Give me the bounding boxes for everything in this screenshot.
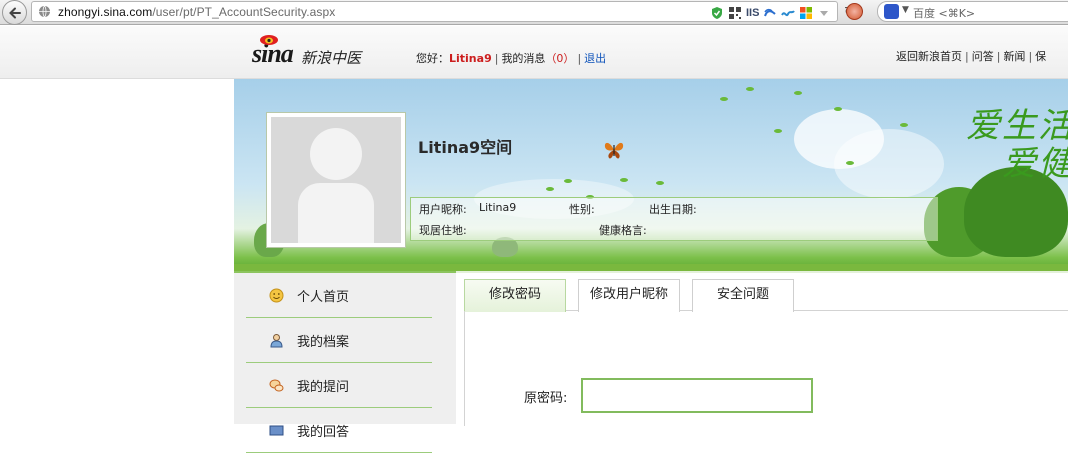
iis-icon[interactable]: IIS	[746, 7, 759, 19]
qr-code-icon[interactable]	[728, 6, 742, 20]
back-button[interactable]	[2, 0, 27, 25]
sidebar: 个人首页 我的档案 我的提问 我的回答	[234, 271, 456, 453]
motto-label: 健康格言:	[599, 224, 647, 237]
sidebar-item-questions[interactable]: 我的提问	[246, 363, 432, 408]
sina-logo[interactable]: sina 新浪中医	[252, 35, 361, 69]
slogan-line-2: 爱健	[1002, 144, 1068, 184]
greeting-label: 您好：	[416, 52, 449, 65]
shield-check-icon[interactable]	[710, 6, 724, 20]
sina-eye-icon	[260, 35, 278, 45]
tab-security-question[interactable]: 安全问题	[692, 279, 794, 312]
sidebar-item-profile[interactable]: 我的档案	[246, 318, 432, 363]
address-bar[interactable]: zhongyi.sina.com/user/pt/PT_AccountSecur…	[31, 1, 855, 22]
windows-icon[interactable]	[799, 6, 813, 20]
link-sina-home[interactable]: 返回新浪首页	[896, 50, 962, 63]
default-avatar-icon	[271, 117, 401, 243]
chat-bubbles-icon	[269, 379, 284, 392]
sidebar-item-home[interactable]: 个人首页	[246, 273, 432, 318]
password-form: 原密码:	[464, 311, 1068, 426]
banner-slogan: 爱生活 爱健	[966, 107, 1068, 183]
profile-info-box: 用户昵称: Litina9 性别: 出生日期: 现居住地: 健康格言:	[410, 197, 938, 241]
search-bar[interactable]: ▼ 百度 <⌘K>	[877, 1, 1068, 22]
sidebar-item-label: 个人首页	[297, 290, 350, 305]
logout-link[interactable]: 退出	[584, 52, 606, 65]
link-news[interactable]: 新闻	[1003, 50, 1025, 63]
space-title: Litina9空间	[418, 138, 513, 157]
avatar[interactable]	[266, 112, 406, 248]
gender-label: 性别:	[569, 203, 595, 216]
profile-banner: 爱生活 爱健 Litina9空间 用户昵称: Litina9 性别: 出生日期:…	[234, 79, 1068, 271]
extension-icons: IIS	[710, 5, 831, 20]
url-text: zhongyi.sina.com/user/pt/PT_AccountSecur…	[58, 5, 335, 19]
messages-link[interactable]: 我的消息	[501, 52, 545, 65]
nickname-label: 用户昵称:	[419, 203, 467, 216]
link-insurance[interactable]: 保	[1035, 50, 1046, 63]
back-arrow-icon	[9, 7, 21, 19]
sidebar-item-label: 我的提问	[297, 380, 350, 395]
answer-icon	[269, 425, 284, 436]
profile-icon	[270, 334, 283, 348]
messages-count[interactable]: （0）	[545, 52, 574, 65]
nickname-value: Litina9	[479, 201, 517, 214]
tab-change-password[interactable]: 修改密码	[464, 279, 566, 312]
residence-label: 现居住地:	[419, 224, 467, 237]
main-content: 修改密码 修改用户昵称 安全问题 原密码:	[456, 271, 1068, 426]
wave-icon[interactable]	[763, 6, 777, 20]
site-header: sina 新浪中医 您好：Litina9 | 我的消息（0） | 退出 返回新浪首页 | 问…	[0, 26, 1068, 79]
baidu-paw-icon[interactable]	[884, 4, 899, 19]
search-placeholder: 百度 <⌘K>	[913, 7, 976, 20]
slogan-line-1: 爱生活	[966, 106, 1068, 146]
top-links: 返回新浪首页 | 问答 | 新闻 | 保	[896, 50, 1047, 63]
sidebar-item-answers[interactable]: 我的回答	[246, 408, 432, 453]
bookmark-dropdown-icon[interactable]	[817, 6, 831, 20]
sidebar-item-label: 我的档案	[297, 335, 350, 350]
search-engine-dropdown-icon[interactable]: ▼	[902, 5, 909, 15]
swirl-icon[interactable]	[781, 6, 796, 20]
user-bar: 您好：Litina9 | 我的消息（0） | 退出	[416, 52, 607, 65]
old-password-input[interactable]	[581, 378, 813, 413]
username-link[interactable]: Litina9	[449, 52, 492, 65]
logo-subtitle: 新浪中医	[301, 49, 362, 67]
tab-strip: 修改密码 修改用户昵称 安全问题	[464, 277, 1068, 312]
link-qa[interactable]: 问答	[972, 50, 994, 63]
birthday-label: 出生日期:	[649, 203, 697, 216]
url-path: /user/pt/PT_AccountSecurity.aspx	[152, 5, 336, 19]
smiley-icon	[269, 288, 284, 303]
old-password-label: 原密码:	[524, 391, 568, 406]
globe-icon	[39, 5, 50, 18]
url-host: zhongyi.sina.com	[58, 5, 153, 19]
stop-icon[interactable]	[846, 3, 863, 20]
butterfly-icon	[604, 142, 624, 159]
tab-change-nickname[interactable]: 修改用户昵称	[578, 279, 680, 312]
browser-toolbar: zhongyi.sina.com/user/pt/PT_AccountSecur…	[0, 0, 1068, 25]
